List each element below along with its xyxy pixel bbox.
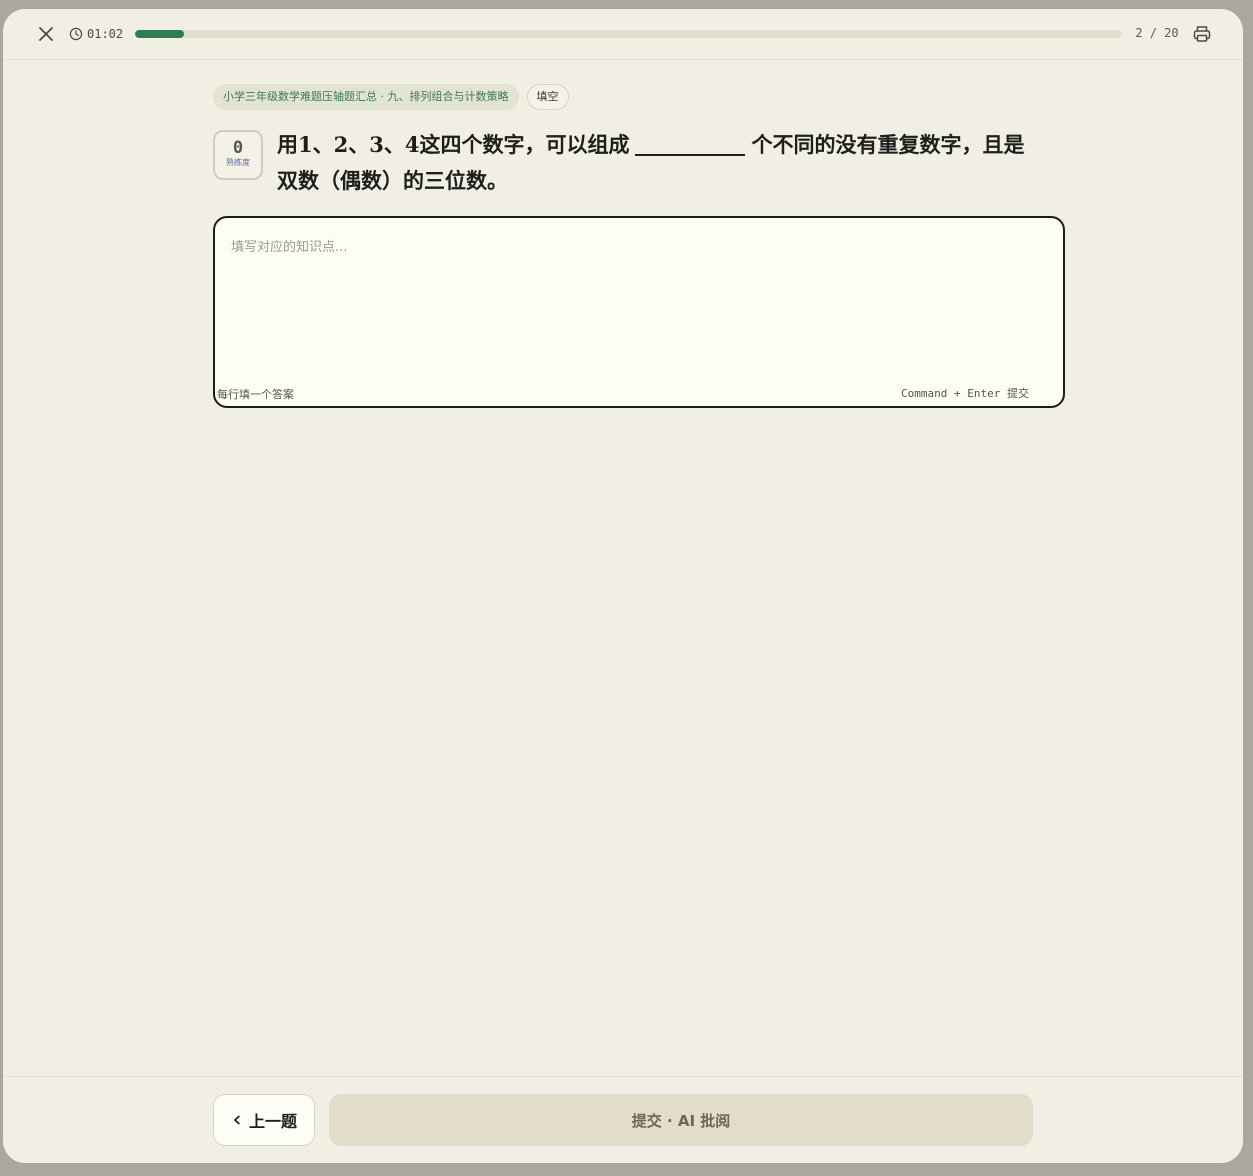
timer-value: 01:02 [87,27,124,41]
answer-input[interactable] [213,216,1065,408]
type-tag: 填空 [526,84,569,110]
shortcut-hint: Command + Enter 提交 [901,387,1029,400]
mastery-value: 0 [232,138,244,158]
answer-blank [635,130,746,156]
question-text-before: 用1、2、3、4这四个数字，可以组成 [277,132,630,157]
progress-bar [135,30,1122,38]
previous-question-button[interactable]: 上一题 [213,1094,315,1146]
progress-fill [135,30,185,38]
previous-question-label: 上一题 [248,1112,297,1131]
practice-window: 01:02 2 / 20 小学三年级数学难题压轴题汇总 · 九、排列组合与计数策… [3,9,1243,1163]
print-button[interactable] [1191,23,1213,45]
clock-icon [69,27,83,41]
close-button[interactable] [35,23,57,45]
question-counter: 2 / 20 [1135,26,1179,40]
bottom-bar: 上一题 提交 · AI 批阅 [3,1076,1243,1163]
mastery-badge: 0 熟练度 [213,130,263,180]
printer-icon [1193,26,1211,42]
mastery-label: 熟练度 [226,158,250,167]
answer-hint: 每行填一个答案 [217,388,294,401]
chevron-left-icon [234,1115,240,1125]
question-text: 用1、2、3、4这四个数字，可以组成 个不同的没有重复数字，且是双数（偶数）的三位… [277,127,1037,199]
timer: 01:02 [69,26,123,42]
source-tag: 小学三年级数学难题压轴题汇总 · 九、排列组合与计数策略 [213,84,519,110]
close-icon [39,27,53,41]
top-bar: 01:02 2 / 20 [3,9,1243,60]
submit-button[interactable]: 提交 · AI 批阅 [329,1094,1033,1146]
question-tags: 小学三年级数学难题压轴题汇总 · 九、排列组合与计数策略 填空 [213,84,569,110]
